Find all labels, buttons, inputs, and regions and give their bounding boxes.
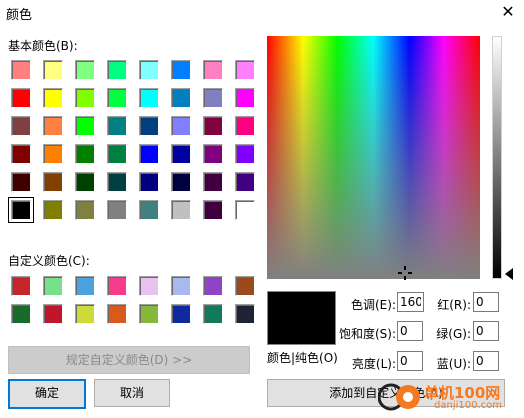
- watermark-url: danji100.com: [434, 400, 502, 411]
- basic-color-swatch[interactable]: [107, 144, 127, 164]
- window-title: 颜色: [6, 8, 33, 23]
- basic-color-swatch[interactable]: [43, 116, 63, 136]
- basic-color-swatch[interactable]: [203, 116, 223, 136]
- basic-color-swatch[interactable]: [139, 116, 159, 136]
- basic-color-swatch[interactable]: [203, 88, 223, 108]
- blue-label: 蓝(U):: [436, 357, 471, 371]
- basic-color-swatch[interactable]: [171, 88, 191, 108]
- saturation-label: 饱和度(S):: [338, 327, 396, 341]
- basic-color-swatch[interactable]: [11, 116, 31, 136]
- basic-color-swatch[interactable]: [139, 88, 159, 108]
- basic-color-swatch[interactable]: [235, 60, 255, 80]
- basic-color-swatch[interactable]: [11, 172, 31, 192]
- basic-color-swatch[interactable]: [139, 60, 159, 80]
- basic-color-swatch[interactable]: [139, 144, 159, 164]
- green-label: 绿(G):: [436, 327, 471, 341]
- basic-color-swatch[interactable]: [171, 144, 191, 164]
- basic-color-swatch[interactable]: [171, 200, 191, 220]
- basic-color-swatch[interactable]: [139, 172, 159, 192]
- cancel-button[interactable]: 取消: [94, 379, 170, 407]
- red-input[interactable]: [473, 292, 499, 312]
- basic-color-swatch[interactable]: [75, 88, 95, 108]
- luminance-label: 亮度(L):: [351, 357, 396, 371]
- custom-color-swatch[interactable]: [171, 304, 191, 324]
- basic-colors-label: 基本颜色(B):: [8, 39, 78, 53]
- custom-colors-grid: [11, 276, 255, 324]
- custom-colors-label: 自定义颜色(C):: [8, 254, 90, 268]
- custom-color-swatch[interactable]: [43, 276, 63, 296]
- basic-color-swatch[interactable]: [139, 200, 159, 220]
- crosshair-icon[interactable]: [398, 266, 412, 280]
- custom-color-swatch[interactable]: [139, 276, 159, 296]
- ok-button[interactable]: 确定: [8, 379, 86, 409]
- saturation-input[interactable]: [397, 321, 423, 341]
- blue-input[interactable]: [473, 351, 499, 371]
- basic-color-swatch[interactable]: [11, 88, 31, 108]
- define-custom-colors-button[interactable]: 规定自定义颜色(D) >>: [8, 346, 250, 374]
- custom-color-swatch[interactable]: [107, 304, 127, 324]
- basic-color-swatch[interactable]: [75, 144, 95, 164]
- basic-color-swatch[interactable]: [171, 172, 191, 192]
- basic-color-swatch[interactable]: [171, 116, 191, 136]
- green-input[interactable]: [473, 321, 499, 341]
- basic-color-swatch[interactable]: [11, 60, 31, 80]
- color-spectrum[interactable]: [267, 36, 480, 279]
- basic-color-swatch[interactable]: [43, 172, 63, 192]
- basic-color-swatch[interactable]: [235, 144, 255, 164]
- basic-color-swatch[interactable]: [107, 200, 127, 220]
- basic-color-swatch[interactable]: [75, 116, 95, 136]
- luminance-bar[interactable]: [492, 36, 502, 279]
- basic-color-swatch[interactable]: [203, 200, 223, 220]
- basic-color-swatch[interactable]: [235, 88, 255, 108]
- luminance-slider-arrow-icon[interactable]: [505, 268, 513, 280]
- color-preview: [267, 291, 336, 345]
- close-icon[interactable]: ✕: [498, 2, 518, 22]
- basic-color-swatch[interactable]: [107, 116, 127, 136]
- custom-color-swatch[interactable]: [75, 304, 95, 324]
- basic-color-swatch[interactable]: [43, 200, 63, 220]
- custom-color-swatch[interactable]: [11, 304, 31, 324]
- basic-color-swatch[interactable]: [235, 116, 255, 136]
- luminance-input[interactable]: [397, 351, 423, 371]
- basic-color-swatch[interactable]: [8, 197, 34, 223]
- hue-input[interactable]: [397, 292, 424, 312]
- hue-label: 色调(E):: [351, 298, 396, 312]
- custom-color-swatch[interactable]: [11, 276, 31, 296]
- basic-color-swatch[interactable]: [11, 144, 31, 164]
- custom-color-swatch[interactable]: [203, 304, 223, 324]
- basic-color-swatch[interactable]: [203, 172, 223, 192]
- watermark-logo-icon: [377, 380, 422, 414]
- basic-color-swatch[interactable]: [235, 172, 255, 192]
- red-label: 红(R):: [437, 298, 471, 312]
- basic-color-swatch[interactable]: [75, 60, 95, 80]
- custom-color-swatch[interactable]: [235, 276, 255, 296]
- basic-color-swatch[interactable]: [75, 200, 95, 220]
- basic-color-swatch[interactable]: [107, 60, 127, 80]
- basic-color-swatch[interactable]: [235, 200, 255, 220]
- basic-color-swatch[interactable]: [43, 144, 63, 164]
- custom-color-swatch[interactable]: [235, 304, 255, 324]
- custom-color-swatch[interactable]: [203, 276, 223, 296]
- basic-color-swatch[interactable]: [43, 60, 63, 80]
- custom-color-swatch[interactable]: [43, 304, 63, 324]
- basic-color-swatch[interactable]: [107, 88, 127, 108]
- custom-color-swatch[interactable]: [107, 276, 127, 296]
- custom-color-swatch[interactable]: [75, 276, 95, 296]
- basic-colors-grid: [8, 60, 255, 223]
- basic-color-swatch[interactable]: [203, 144, 223, 164]
- basic-color-swatch[interactable]: [171, 60, 191, 80]
- basic-color-swatch[interactable]: [203, 60, 223, 80]
- basic-color-swatch[interactable]: [43, 88, 63, 108]
- custom-color-swatch[interactable]: [139, 304, 159, 324]
- custom-color-swatch[interactable]: [171, 276, 191, 296]
- color-solid-label: 颜色|纯色(O): [267, 351, 338, 365]
- basic-color-swatch[interactable]: [107, 172, 127, 192]
- basic-color-swatch[interactable]: [75, 172, 95, 192]
